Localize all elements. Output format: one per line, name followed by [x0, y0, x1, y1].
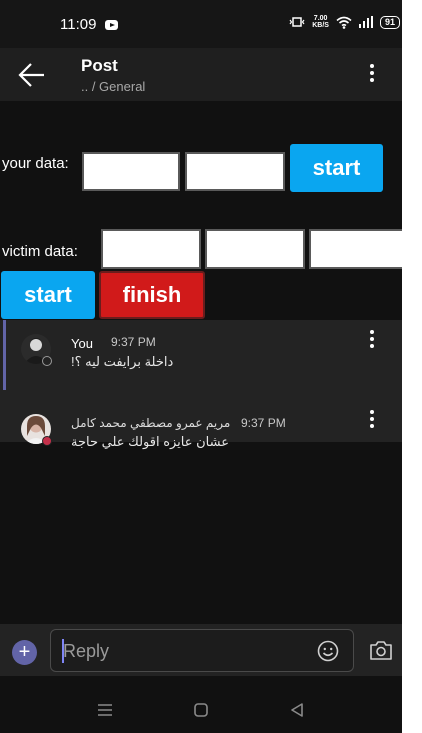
system-nav-bar [0, 685, 402, 733]
message-more-icon[interactable] [362, 328, 382, 350]
back-arrow-icon[interactable] [18, 62, 46, 88]
victim-data-input-3[interactable] [309, 229, 409, 269]
nav-back-icon[interactable] [290, 703, 304, 717]
presence-offline-icon [42, 356, 52, 366]
add-attachment-button[interactable]: + [12, 640, 37, 665]
more-options-icon[interactable] [362, 62, 382, 84]
message-text: عشان عايزه اقولك علي حاجة [71, 434, 229, 449]
reply-composer: + Reply [0, 624, 402, 676]
message-item[interactable]: مريم عمرو مصطفي محمد كامل 9:37 PM عشان ع… [0, 402, 402, 449]
message-sender: مريم عمرو مصطفي محمد كامل [71, 416, 231, 430]
recent-apps-icon[interactable] [97, 703, 113, 717]
presence-busy-icon [42, 436, 52, 446]
message-thread: You 9:37 PM داخلة برايفت ليه ؟! مريم عمر… [0, 320, 402, 449]
start-button-primary[interactable]: start [290, 144, 383, 192]
victim-data-input-2[interactable] [205, 229, 305, 269]
battery-indicator: 91 [379, 15, 400, 29]
home-icon[interactable] [194, 703, 208, 717]
victim-data-label: victim data: [2, 243, 78, 260]
signal-icon [358, 16, 373, 28]
app-header: Post .. / General [0, 48, 402, 101]
reply-input[interactable]: Reply [50, 629, 354, 672]
status-bar: 11:09 7.00 KB/S 91 [0, 0, 422, 48]
message-sender: You [71, 336, 93, 351]
youtube-notification-icon [105, 20, 118, 30]
wifi-icon [336, 16, 352, 29]
message-more-icon[interactable] [362, 408, 382, 430]
reply-placeholder: Reply [63, 641, 110, 661]
your-data-input-1[interactable] [82, 152, 180, 191]
your-data-input-2[interactable] [185, 152, 285, 191]
message-item[interactable]: You 9:37 PM داخلة برايفت ليه ؟! [0, 320, 402, 390]
your-data-label: your data: [2, 155, 69, 172]
status-icons: 7.00 KB/S 91 [289, 15, 400, 29]
victim-data-input-1[interactable] [101, 229, 201, 269]
emoji-icon[interactable] [317, 640, 339, 662]
status-time: 11:09 [60, 16, 97, 33]
unread-accent-bar [3, 320, 6, 390]
vibrate-icon [289, 17, 305, 27]
camera-icon[interactable] [369, 639, 393, 661]
message-text: داخلة برايفت ليه ؟! [71, 354, 174, 369]
network-speed: 7.00 KB/S [312, 15, 329, 29]
start-button-secondary[interactable]: start [1, 271, 95, 319]
breadcrumb[interactable]: .. / General [81, 79, 145, 94]
page-title: Post [81, 56, 118, 75]
message-time: 9:37 PM [111, 335, 156, 349]
finish-button[interactable]: finish [99, 271, 205, 319]
message-time: 9:37 PM [241, 416, 286, 430]
screen-edge [402, 0, 422, 733]
